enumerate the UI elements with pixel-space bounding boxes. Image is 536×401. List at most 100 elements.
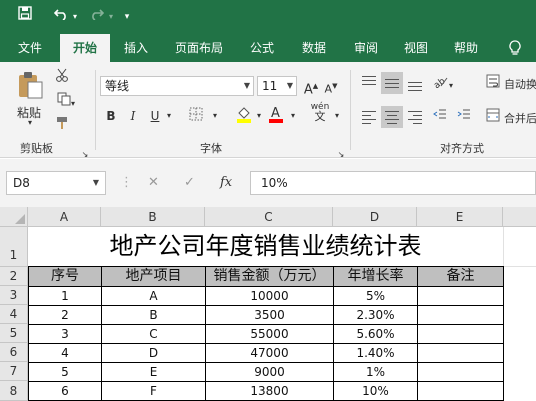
table-cell[interactable]: B [102, 306, 206, 325]
underline-button[interactable]: U [146, 107, 164, 125]
phonetic-dropdown-icon[interactable]: ▾ [332, 107, 342, 125]
italic-button[interactable]: I [124, 107, 142, 125]
row-header-5[interactable]: 5 [0, 324, 28, 343]
header-cell-growth[interactable]: 年增长率 [334, 267, 418, 287]
align-left-icon[interactable] [358, 106, 380, 128]
underline-dropdown-icon[interactable]: ▾ [164, 107, 174, 125]
undo-icon[interactable] [50, 6, 72, 28]
row-header-6[interactable]: 6 [0, 343, 28, 362]
table-cell[interactable]: 5 [29, 363, 102, 382]
wrap-text-icon[interactable] [484, 74, 502, 93]
tab-review[interactable]: 审阅 [344, 34, 388, 62]
table-cell[interactable] [418, 344, 504, 363]
decrease-font-icon[interactable]: A▼ [322, 77, 340, 99]
table-cell[interactable]: E [102, 363, 206, 382]
column-header-a[interactable]: A [28, 207, 101, 227]
table-cell[interactable]: 55000 [206, 325, 334, 344]
format-painter-icon[interactable] [52, 116, 72, 135]
column-header-c[interactable]: C [205, 207, 333, 227]
bottom-align-icon[interactable] [404, 72, 426, 94]
cut-icon[interactable] [52, 68, 72, 87]
table-cell[interactable] [418, 306, 504, 325]
table-cell[interactable]: 1.40% [334, 344, 418, 363]
save-icon[interactable] [14, 6, 36, 28]
table-cell[interactable]: 2.30% [334, 306, 418, 325]
header-cell-index[interactable]: 序号 [29, 267, 102, 287]
column-header-d[interactable]: D [333, 207, 417, 227]
table-cell[interactable] [418, 287, 504, 306]
table-cell[interactable]: 47000 [206, 344, 334, 363]
table-cell[interactable]: 10% [334, 382, 418, 401]
table-cell[interactable]: 1% [334, 363, 418, 382]
increase-font-icon[interactable]: A▲ [302, 77, 320, 99]
row-header-2[interactable]: 2 [0, 267, 28, 286]
table-cell[interactable] [418, 325, 504, 344]
fill-color-dropdown-icon[interactable]: ▾ [254, 107, 264, 125]
insert-function-button[interactable]: fx [220, 175, 232, 190]
table-cell[interactable]: 1 [29, 287, 102, 306]
borders-icon[interactable] [184, 107, 208, 126]
select-all-corner[interactable] [0, 207, 28, 227]
align-center-icon[interactable] [381, 106, 403, 128]
formula-input[interactable]: 10% [250, 171, 536, 195]
row-header-4[interactable]: 4 [0, 305, 28, 324]
decrease-indent-icon[interactable] [430, 108, 450, 127]
cancel-entry-icon[interactable]: ✕ [148, 175, 159, 190]
header-cell-sales[interactable]: 销售金额（万元） [206, 267, 334, 287]
paste-icon[interactable] [14, 70, 46, 102]
sheet-title[interactable]: 地产公司年度销售业绩统计表 [28, 229, 503, 267]
paste-dropdown-icon[interactable]: ▾ [20, 118, 40, 127]
confirm-entry-icon[interactable]: ✓ [184, 175, 195, 190]
borders-dropdown-icon[interactable]: ▾ [210, 107, 220, 125]
row-header-1[interactable]: 1 [0, 227, 28, 267]
header-cell-project[interactable]: 地产项目 [102, 267, 206, 287]
tab-home[interactable]: 开始 [60, 34, 110, 62]
font-color-dropdown-icon[interactable]: ▾ [288, 107, 298, 125]
orientation-icon[interactable]: ab ▾ [430, 74, 456, 95]
tab-view[interactable]: 视图 [394, 34, 438, 62]
undo-dropdown-icon[interactable]: ▾ [70, 6, 80, 28]
tab-data[interactable]: 数据 [292, 34, 336, 62]
table-cell[interactable]: 6 [29, 382, 102, 401]
table-cell[interactable]: 5.60% [334, 325, 418, 344]
tab-formulas[interactable]: 公式 [240, 34, 284, 62]
name-box[interactable]: D8 ▼ [6, 171, 106, 195]
row-header-3[interactable]: 3 [0, 286, 28, 305]
table-cell[interactable]: 13800 [206, 382, 334, 401]
tab-file[interactable]: 文件 [8, 34, 52, 62]
align-right-icon[interactable] [404, 106, 426, 128]
increase-indent-icon[interactable] [454, 108, 474, 127]
customize-toolbar-icon[interactable]: ▾ [120, 6, 134, 28]
merge-center-button[interactable]: 合并后 [504, 110, 536, 126]
merge-center-icon[interactable] [484, 108, 502, 127]
bold-button[interactable]: B [102, 107, 120, 125]
header-cell-notes[interactable]: 备注 [418, 267, 504, 287]
column-header-b[interactable]: B [101, 207, 205, 227]
table-cell[interactable]: 4 [29, 344, 102, 363]
tab-insert[interactable]: 插入 [114, 34, 158, 62]
top-align-icon[interactable] [358, 72, 380, 94]
font-name-select[interactable]: 等线 ▼ [100, 76, 254, 96]
table-cell[interactable]: 9000 [206, 363, 334, 382]
tab-help[interactable]: 帮助 [444, 34, 488, 62]
table-cell[interactable]: F [102, 382, 206, 401]
table-cell[interactable]: 3 [29, 325, 102, 344]
table-cell[interactable]: 10000 [206, 287, 334, 306]
table-cell[interactable]: D [102, 344, 206, 363]
font-color-icon[interactable]: A [266, 104, 286, 129]
table-cell[interactable] [418, 363, 504, 382]
middle-align-icon[interactable] [381, 72, 403, 94]
lightbulb-icon[interactable] [500, 34, 530, 62]
table-cell[interactable]: A [102, 287, 206, 306]
copy-icon[interactable]: ▾ [52, 92, 80, 113]
font-size-select[interactable]: 11 ▼ [257, 76, 297, 96]
column-header-e[interactable]: E [417, 207, 503, 227]
fill-color-icon[interactable] [232, 105, 256, 128]
table-cell[interactable] [418, 382, 504, 401]
tab-page-layout[interactable]: 页面布局 [166, 34, 232, 62]
table-cell[interactable]: 3500 [206, 306, 334, 325]
row-header-7[interactable]: 7 [0, 362, 28, 381]
table-cell[interactable]: 5% [334, 287, 418, 306]
row-header-8[interactable]: 8 [0, 381, 28, 401]
redo-icon[interactable] [86, 6, 108, 28]
